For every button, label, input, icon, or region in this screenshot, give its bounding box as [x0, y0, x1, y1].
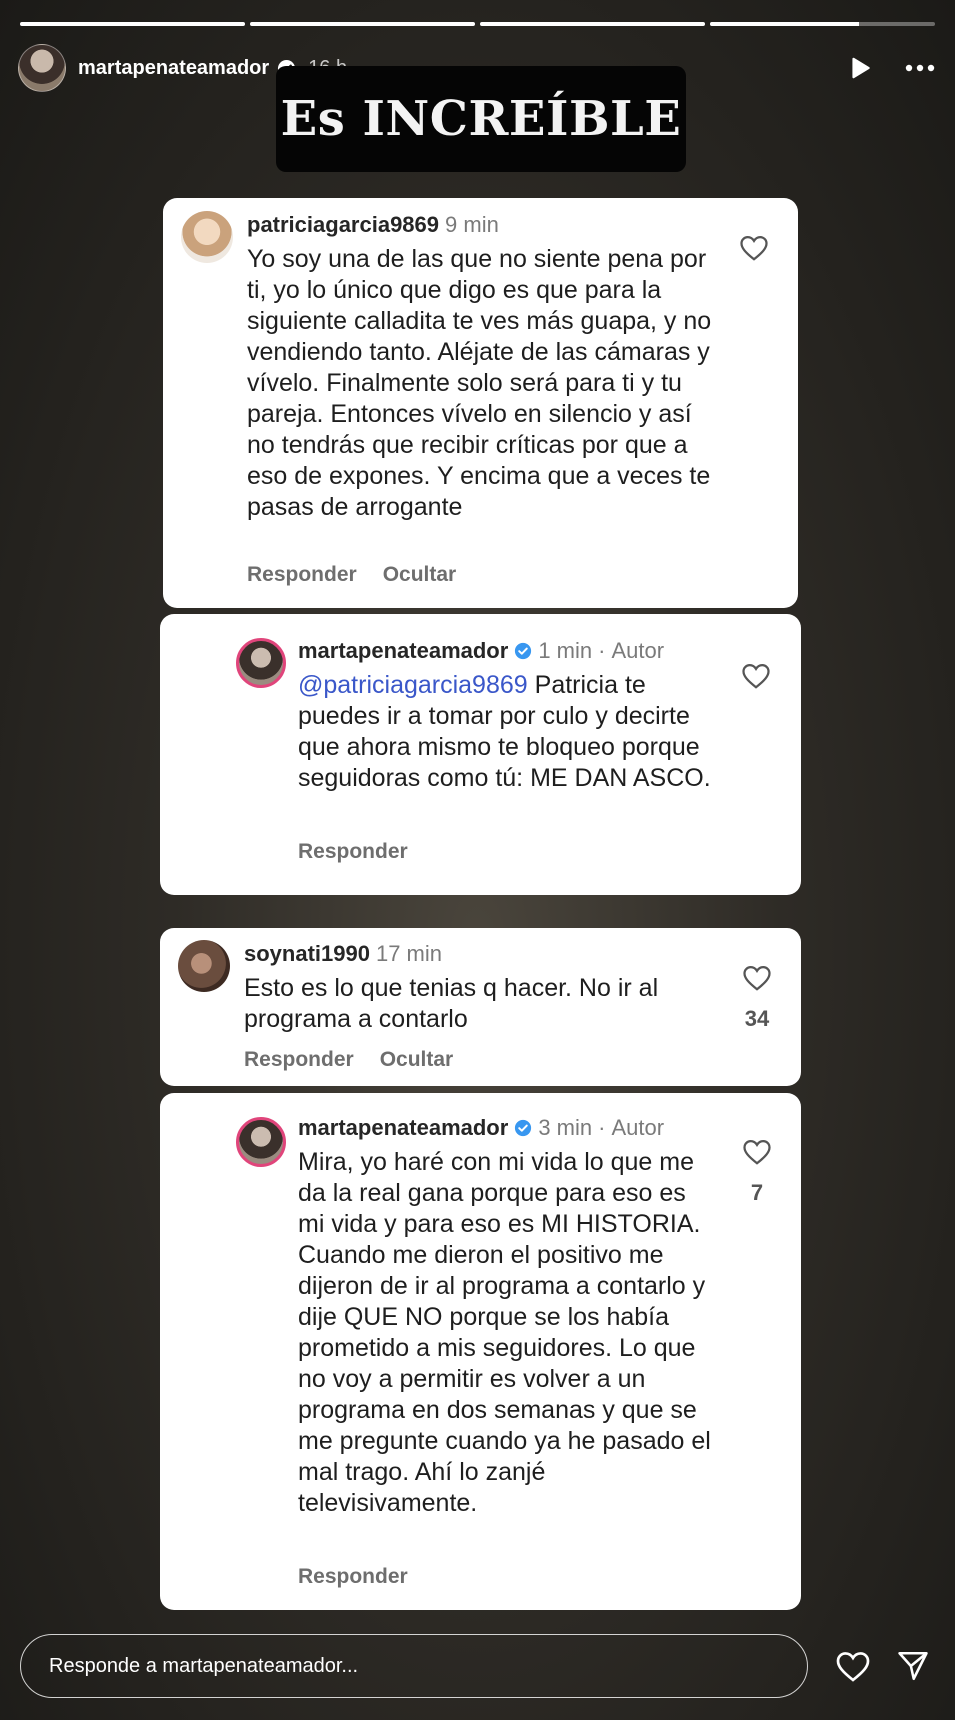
- avatar[interactable]: [236, 638, 286, 688]
- comment-header: patriciagarcia9869 9 min: [247, 212, 499, 238]
- avatar[interactable]: [181, 211, 233, 263]
- comment-card: soynati1990 17 min Esto es lo que tenias …: [160, 928, 801, 1086]
- heart-icon[interactable]: [742, 1138, 772, 1166]
- reply-button[interactable]: Responder: [298, 840, 408, 863]
- like-count: 7: [750, 1180, 764, 1205]
- reply-button[interactable]: Responder: [244, 1048, 354, 1071]
- avatar[interactable]: [236, 1117, 286, 1167]
- meta-separator: ·: [598, 638, 606, 663]
- more-icon[interactable]: [903, 51, 937, 85]
- comment-text: Yo soy una de las que no siente pena por…: [247, 245, 712, 521]
- hide-button[interactable]: Ocultar: [380, 1048, 454, 1071]
- meta-separator: ·: [598, 1115, 606, 1140]
- comment-actions: Responder Ocultar: [247, 563, 456, 587]
- progress-segment: [480, 22, 705, 26]
- reply-button[interactable]: Responder: [247, 563, 357, 586]
- reply-placeholder: Responde a martapenateamador...: [49, 1654, 359, 1677]
- verified-badge-icon: [514, 1117, 532, 1137]
- story-username[interactable]: martapenateamador: [78, 57, 269, 80]
- hide-button[interactable]: Ocultar: [383, 563, 457, 586]
- avatar[interactable]: [18, 44, 66, 92]
- heart-icon[interactable]: [833, 1646, 873, 1686]
- progress-segment: [20, 22, 245, 26]
- story-progress: [20, 22, 935, 26]
- comment-username[interactable]: patriciagarcia9869: [247, 212, 439, 237]
- comment-actions: Responder: [298, 1565, 408, 1589]
- progress-fill: [20, 22, 245, 26]
- heart-icon[interactable]: [739, 234, 769, 262]
- comment-header: martapenateamador 1 min · Autor: [298, 638, 664, 664]
- progress-segment: [250, 22, 475, 26]
- verified-badge-icon: [514, 640, 532, 660]
- heart-icon[interactable]: [742, 964, 772, 992]
- progress-fill: [480, 22, 705, 26]
- comment-text: @patriciagarcia9869 Patricia te puedes i…: [298, 670, 718, 794]
- comment-header: martapenateamador 3 min · Autor: [298, 1115, 664, 1141]
- comment-header: soynati1990 17 min: [244, 941, 442, 967]
- reply-input[interactable]: Responde a martapenateamador...: [20, 1634, 808, 1698]
- comment-actions: Responder Ocultar: [244, 1048, 453, 1072]
- author-label: Autor: [611, 1115, 665, 1140]
- progress-fill: [250, 22, 475, 26]
- comment-card: patriciagarcia9869 9 min Yo soy una de la…: [163, 198, 798, 608]
- story-title: Es INCREÍBLE: [280, 91, 682, 147]
- comment-username[interactable]: soynati1990: [244, 941, 370, 966]
- reply-button[interactable]: Responder: [298, 1565, 408, 1588]
- story-title-box: Es INCREÍBLE: [276, 66, 686, 172]
- avatar[interactable]: [178, 940, 230, 992]
- comment-time: 3 min: [538, 1115, 593, 1140]
- comment-card: martapenateamador 1 min · Autor @patriciaga…: [160, 614, 801, 895]
- comment-time: 17 min: [375, 941, 443, 966]
- mention-link[interactable]: @patriciagarcia9869: [298, 671, 528, 699]
- comment-username[interactable]: martapenateamador: [298, 638, 508, 663]
- comment-username[interactable]: martapenateamador: [298, 1115, 508, 1140]
- like-count: 34: [744, 1006, 770, 1031]
- comment-time: 9 min: [445, 212, 499, 237]
- author-label: Autor: [611, 638, 665, 663]
- send-icon[interactable]: [893, 1646, 933, 1686]
- comment-card: martapenateamador 3 min · Autor Mira, yo ha…: [160, 1093, 801, 1610]
- comment-actions: Responder: [298, 840, 408, 864]
- comment-text: Mira, yo haré con mi vida lo que me da l…: [298, 1148, 711, 1517]
- play-icon[interactable]: [843, 51, 877, 85]
- comment-text: Esto es lo que tenias q hacer. No ir al …: [244, 974, 659, 1033]
- heart-icon[interactable]: [741, 662, 771, 690]
- comment-time: 1 min: [538, 638, 593, 663]
- progress-segment: [710, 22, 935, 26]
- progress-fill: [710, 22, 859, 26]
